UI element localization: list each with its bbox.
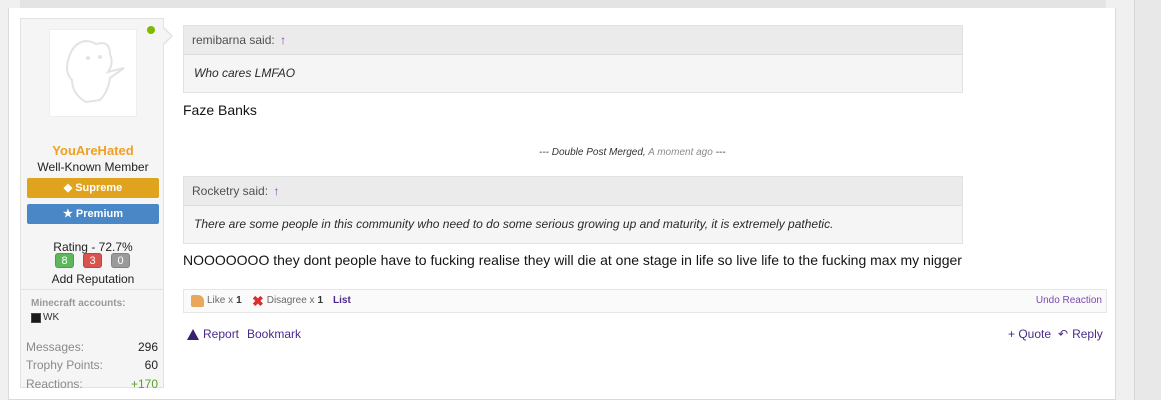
minecraft-account-name: WK — [43, 312, 60, 323]
neutral-rating-count: 0 — [111, 253, 130, 268]
stat-reactions: Reactions: +170 — [26, 377, 158, 391]
supreme-banner: ◆ Supreme — [27, 178, 159, 198]
like-icon — [191, 295, 204, 307]
online-indicator — [147, 26, 155, 34]
disagree-icon: ✖ — [252, 293, 264, 309]
stat-trophy-points: Trophy Points: 60 — [26, 358, 158, 372]
stat-value[interactable]: 60 — [145, 358, 158, 372]
premium-banner: ★ Premium — [27, 204, 159, 224]
page-scrollbar[interactable] — [1134, 0, 1161, 400]
diamond-icon: ◆ — [63, 182, 73, 194]
avatar-placeholder-icon — [66, 40, 125, 104]
quote-text: There are some people in this community … — [194, 217, 834, 231]
warning-icon — [187, 328, 199, 340]
stat-value: 296 — [137, 340, 158, 354]
disagree-count: 1 — [317, 295, 324, 306]
negative-rating-count: 3 — [83, 253, 102, 268]
merged-label: --- Double Post Merged, — [539, 147, 646, 158]
supreme-label: Supreme — [75, 182, 123, 194]
positive-rating-count: 8 — [55, 253, 74, 268]
like-count: 1 — [236, 295, 242, 306]
quote-block: remibarna said: ↑ Who cares LMFAO — [183, 25, 963, 93]
pane-pointer-inner — [163, 28, 171, 44]
quote-label: + Quote — [1008, 327, 1052, 341]
rating-text: Rating - 72.7% — [53, 240, 133, 254]
quote-author[interactable]: remibarna said: — [192, 33, 275, 47]
quote-header: remibarna said: ↑ — [184, 26, 962, 55]
reply-label: Reply — [1072, 327, 1103, 341]
stat-key: Trophy Points: — [26, 358, 103, 372]
username-link[interactable]: YouAreHated — [21, 143, 165, 158]
quote-button[interactable]: + Quote — [1008, 327, 1051, 341]
stat-messages: Messages: 296 — [26, 340, 158, 354]
quote-header: Rocketry said: ↑ — [184, 177, 962, 206]
avatar[interactable] — [49, 29, 137, 117]
up-arrow-icon[interactable]: ↑ — [280, 33, 286, 47]
quote-text: Who cares LMFAO — [194, 66, 296, 80]
merged-end: --- — [715, 147, 726, 158]
reply-icon: ↶ — [1058, 327, 1069, 341]
message-text: NOOOOOOO they dont people have to fuckin… — [183, 252, 962, 268]
user-info-pane: YouAreHated Well-Known Member ◆ Supreme … — [20, 18, 173, 391]
user-title: Well-Known Member — [37, 160, 149, 174]
stat-value: +170 — [130, 377, 158, 391]
merged-time: A moment ago — [648, 147, 713, 158]
reactions-list-link[interactable]: List — [333, 290, 351, 312]
like-label: Like x — [207, 295, 234, 306]
bookmark-link[interactable]: Bookmark — [247, 327, 301, 341]
bookmark-label: Bookmark — [247, 327, 302, 341]
top-strip — [20, 0, 1106, 8]
trophy-icon: ★ — [62, 208, 73, 220]
like-reaction[interactable]: Like x 1 — [191, 290, 242, 312]
premium-label: Premium — [75, 208, 123, 220]
add-reputation-link[interactable]: Add Reputation — [21, 272, 165, 286]
reactions-bar: Like x 1 ✖ Disagree x 1 List Undo Reacti… — [183, 289, 1107, 313]
divider — [21, 289, 163, 290]
stat-key: Messages: — [26, 340, 85, 354]
minecraft-account[interactable]: WK — [31, 312, 59, 323]
report-link[interactable]: Report — [187, 327, 239, 341]
undo-reaction-link[interactable]: Undo Reaction — [1036, 290, 1102, 312]
disagree-reaction[interactable]: ✖ Disagree x 1 — [252, 290, 323, 312]
double-post-merged: --- Double Post Merged, A moment ago --- — [539, 147, 726, 158]
quote-author[interactable]: Rocketry said: — [192, 184, 268, 198]
reply-button[interactable]: ↶ Reply — [1058, 327, 1103, 341]
forum-post: YouAreHated Well-Known Member ◆ Supreme … — [8, 8, 1116, 400]
minecraft-accounts-title: Minecraft accounts: — [31, 298, 126, 309]
quote-block: Rocketry said: ↑ There are some people i… — [183, 176, 963, 244]
message-text: Faze Banks — [183, 102, 257, 118]
minecraft-head-icon — [31, 312, 41, 323]
disagree-label: Disagree x — [266, 295, 315, 306]
up-arrow-icon[interactable]: ↑ — [273, 184, 279, 198]
report-label: Report — [203, 327, 240, 341]
stat-key: Reactions: — [26, 377, 83, 391]
